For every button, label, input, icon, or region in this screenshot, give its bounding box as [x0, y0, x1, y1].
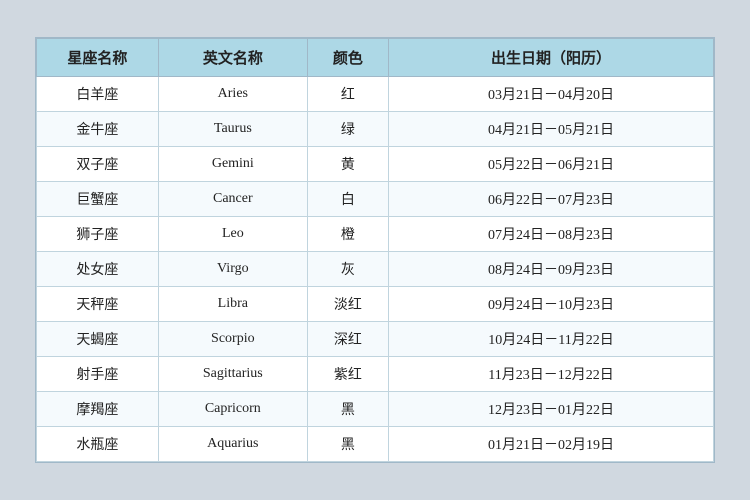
- table-row: 射手座Sagittarius紫红11月23日－12月22日: [37, 357, 714, 392]
- cell-date: 07月24日－08月23日: [389, 217, 714, 252]
- cell-english: Libra: [158, 287, 307, 322]
- table-row: 处女座Virgo灰08月24日－09月23日: [37, 252, 714, 287]
- cell-date: 06月22日－07月23日: [389, 182, 714, 217]
- zodiac-table: 星座名称 英文名称 颜色 出生日期（阳历） 白羊座Aries红03月21日－04…: [36, 38, 714, 462]
- cell-chinese: 水瓶座: [37, 427, 159, 462]
- cell-color: 橙: [307, 217, 388, 252]
- table-row: 双子座Gemini黄05月22日－06月21日: [37, 147, 714, 182]
- cell-color: 淡红: [307, 287, 388, 322]
- table-body: 白羊座Aries红03月21日－04月20日金牛座Taurus绿04月21日－0…: [37, 77, 714, 462]
- cell-english: Virgo: [158, 252, 307, 287]
- cell-date: 10月24日－11月22日: [389, 322, 714, 357]
- cell-english: Leo: [158, 217, 307, 252]
- cell-chinese: 金牛座: [37, 112, 159, 147]
- cell-color: 紫红: [307, 357, 388, 392]
- cell-english: Scorpio: [158, 322, 307, 357]
- cell-chinese: 巨蟹座: [37, 182, 159, 217]
- cell-color: 黑: [307, 427, 388, 462]
- cell-english: Capricorn: [158, 392, 307, 427]
- cell-date: 09月24日－10月23日: [389, 287, 714, 322]
- table-row: 巨蟹座Cancer白06月22日－07月23日: [37, 182, 714, 217]
- table-row: 天蝎座Scorpio深红10月24日－11月22日: [37, 322, 714, 357]
- cell-english: Taurus: [158, 112, 307, 147]
- cell-english: Aquarius: [158, 427, 307, 462]
- table-row: 摩羯座Capricorn黑12月23日－01月22日: [37, 392, 714, 427]
- cell-color: 红: [307, 77, 388, 112]
- cell-chinese: 摩羯座: [37, 392, 159, 427]
- header-color: 颜色: [307, 39, 388, 77]
- cell-date: 03月21日－04月20日: [389, 77, 714, 112]
- cell-chinese: 天蝎座: [37, 322, 159, 357]
- cell-date: 11月23日－12月22日: [389, 357, 714, 392]
- cell-chinese: 天秤座: [37, 287, 159, 322]
- cell-color: 深红: [307, 322, 388, 357]
- cell-color: 灰: [307, 252, 388, 287]
- table-row: 白羊座Aries红03月21日－04月20日: [37, 77, 714, 112]
- table-row: 金牛座Taurus绿04月21日－05月21日: [37, 112, 714, 147]
- cell-date: 08月24日－09月23日: [389, 252, 714, 287]
- cell-english: Gemini: [158, 147, 307, 182]
- cell-chinese: 双子座: [37, 147, 159, 182]
- table-row: 天秤座Libra淡红09月24日－10月23日: [37, 287, 714, 322]
- cell-date: 05月22日－06月21日: [389, 147, 714, 182]
- cell-english: Aries: [158, 77, 307, 112]
- cell-chinese: 射手座: [37, 357, 159, 392]
- cell-chinese: 白羊座: [37, 77, 159, 112]
- cell-color: 黄: [307, 147, 388, 182]
- header-chinese: 星座名称: [37, 39, 159, 77]
- zodiac-table-container: 星座名称 英文名称 颜色 出生日期（阳历） 白羊座Aries红03月21日－04…: [35, 37, 715, 463]
- cell-english: Cancer: [158, 182, 307, 217]
- cell-chinese: 狮子座: [37, 217, 159, 252]
- cell-color: 绿: [307, 112, 388, 147]
- cell-date: 12月23日－01月22日: [389, 392, 714, 427]
- cell-english: Sagittarius: [158, 357, 307, 392]
- header-date: 出生日期（阳历）: [389, 39, 714, 77]
- table-header-row: 星座名称 英文名称 颜色 出生日期（阳历）: [37, 39, 714, 77]
- table-row: 水瓶座Aquarius黑01月21日－02月19日: [37, 427, 714, 462]
- cell-color: 黑: [307, 392, 388, 427]
- cell-color: 白: [307, 182, 388, 217]
- cell-date: 04月21日－05月21日: [389, 112, 714, 147]
- table-row: 狮子座Leo橙07月24日－08月23日: [37, 217, 714, 252]
- cell-date: 01月21日－02月19日: [389, 427, 714, 462]
- cell-chinese: 处女座: [37, 252, 159, 287]
- header-english: 英文名称: [158, 39, 307, 77]
